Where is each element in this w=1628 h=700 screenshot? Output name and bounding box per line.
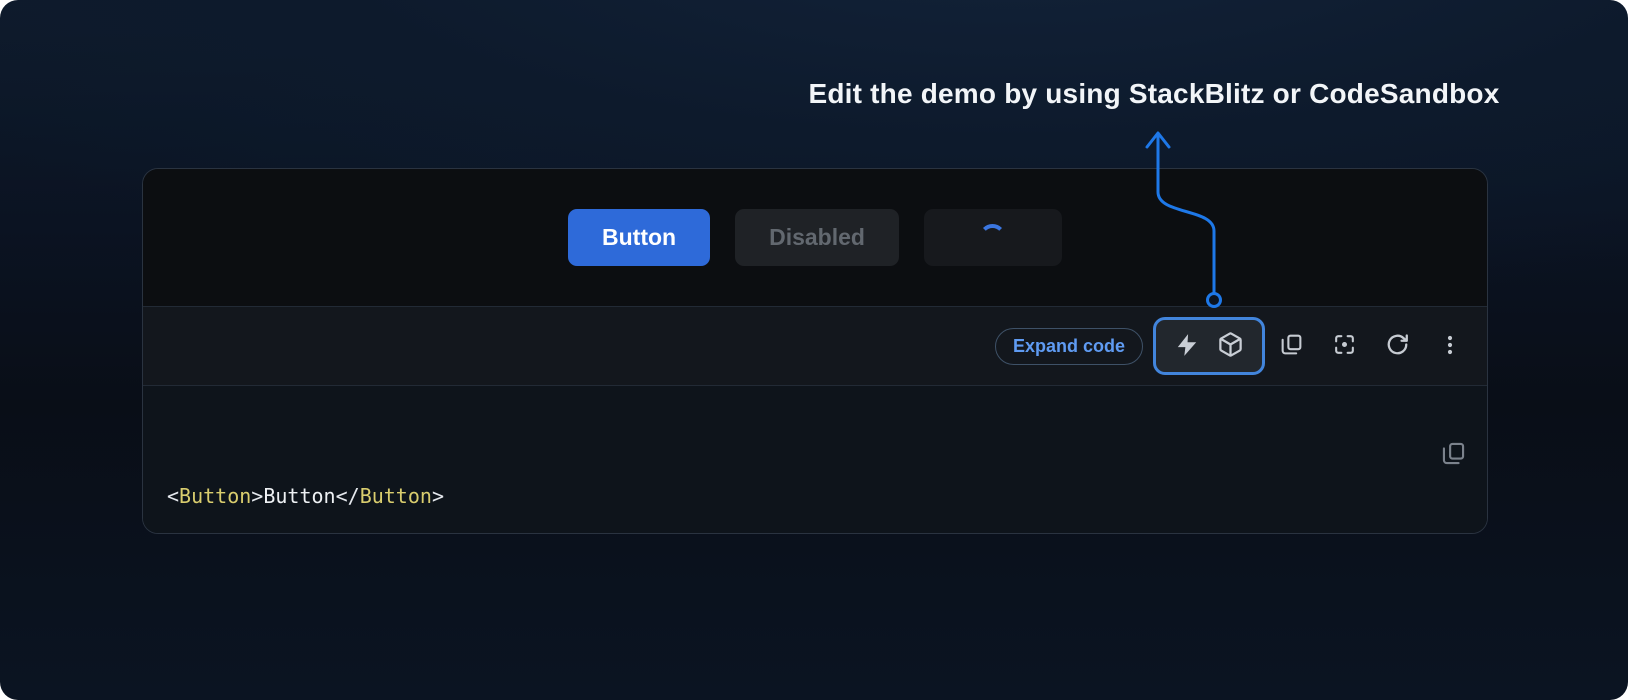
refresh-icon: [1385, 332, 1410, 360]
code-token: >: [251, 484, 263, 508]
copy-code-button[interactable]: [1279, 332, 1304, 360]
code-token: </: [336, 484, 360, 508]
demo-card: Button Disabled Expand code: [142, 168, 1488, 534]
copy-icon: [1403, 455, 1467, 485]
screenshot-background: Edit the demo by using StackBlitz or Cod…: [0, 0, 1628, 700]
refresh-button[interactable]: [1385, 332, 1410, 360]
code-token: <: [167, 484, 179, 508]
focus-view-icon: [1332, 332, 1357, 360]
stackblitz-button[interactable]: [1174, 332, 1200, 361]
annotation-title: Edit the demo by using StackBlitz or Cod…: [808, 78, 1499, 110]
code-token: >: [432, 484, 444, 508]
expand-code-button[interactable]: Expand code: [995, 328, 1143, 365]
copy-icon: [1279, 332, 1304, 360]
code-block: <Button>Button</Button> <Button disabled…: [143, 386, 1487, 534]
toolbar-icon-row: [1279, 332, 1462, 360]
code-token: Button: [360, 484, 432, 508]
demo-preview-area: Button Disabled: [143, 169, 1487, 306]
demo-loading-button[interactable]: [924, 209, 1062, 266]
loading-spinner-icon: [979, 224, 1006, 251]
code-token: Button: [179, 484, 251, 508]
demo-primary-button[interactable]: Button: [568, 209, 710, 266]
codesandbox-button[interactable]: [1217, 331, 1244, 361]
demo-disabled-button[interactable]: Disabled: [735, 209, 899, 266]
more-options-button[interactable]: [1438, 333, 1462, 360]
kebab-menu-icon: [1438, 333, 1462, 360]
focus-view-button[interactable]: [1332, 332, 1357, 360]
code-line: <Button>Button</Button>: [167, 480, 1463, 513]
sandbox-buttons-group: [1153, 317, 1265, 375]
stackblitz-bolt-icon: [1174, 332, 1200, 361]
copy-snippet-button[interactable]: [1403, 410, 1467, 500]
demo-toolbar: Expand code: [143, 306, 1487, 386]
code-token: Button: [263, 484, 335, 508]
codesandbox-box-icon: [1217, 331, 1244, 361]
